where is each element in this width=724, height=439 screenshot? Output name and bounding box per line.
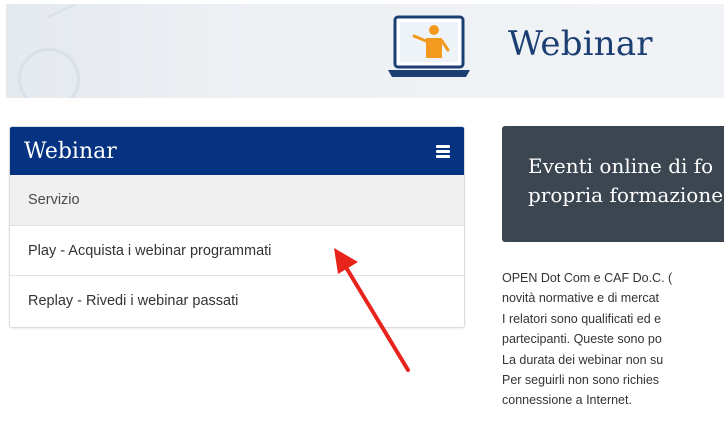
description-line: Per seguirli non sono richies: [502, 372, 660, 387]
page: Webinar Webinar Servizio Play - Acquista…: [0, 0, 724, 439]
menu-item-label: Servizio: [28, 192, 80, 208]
highlight-box: Eventi online di fo propria formazione: [502, 126, 724, 242]
highlight-line: Eventi online di fo: [528, 154, 714, 178]
banner-decoration-line: [46, 4, 76, 19]
description-line: OPEN Dot Com e CAF Do.C. (: [502, 271, 673, 285]
hamburger-icon[interactable]: [436, 144, 450, 158]
webinar-menu: Webinar Servizio Play - Acquista i webin…: [9, 126, 465, 328]
description-line: I relatori sono qualificati ed e: [502, 311, 662, 326]
description-line: connessione a Internet.: [502, 393, 632, 408]
page-title: Webinar: [508, 24, 653, 64]
description-line: novità normative e di mercat: [502, 291, 660, 306]
menu-item-play[interactable]: Play - Acquista i webinar programmati: [10, 225, 464, 275]
menu-item-label: Play - Acquista i webinar programmati: [28, 242, 272, 259]
highlight-line: propria formazione: [528, 183, 724, 207]
menu-item-replay[interactable]: Replay - Rivedi i webinar passati: [10, 275, 464, 325]
description-line: partecipanti. Queste sono po: [502, 332, 662, 347]
description-line: La durata dei webinar non su: [502, 352, 664, 367]
header-banner: Webinar: [6, 4, 724, 98]
menu-item-label: Replay - Rivedi i webinar passati: [28, 292, 239, 309]
banner-decoration: [18, 48, 80, 98]
menu-section-servizio: Servizio: [10, 175, 464, 225]
description-text: OPEN Dot Com e CAF Do.C. ( novità normat…: [502, 268, 724, 411]
presenter-laptop-icon: [388, 15, 470, 77]
menu-header: Webinar: [10, 127, 464, 175]
highlight-text: Eventi online di fo propria formazione: [528, 152, 723, 210]
menu-title: Webinar: [24, 138, 117, 164]
